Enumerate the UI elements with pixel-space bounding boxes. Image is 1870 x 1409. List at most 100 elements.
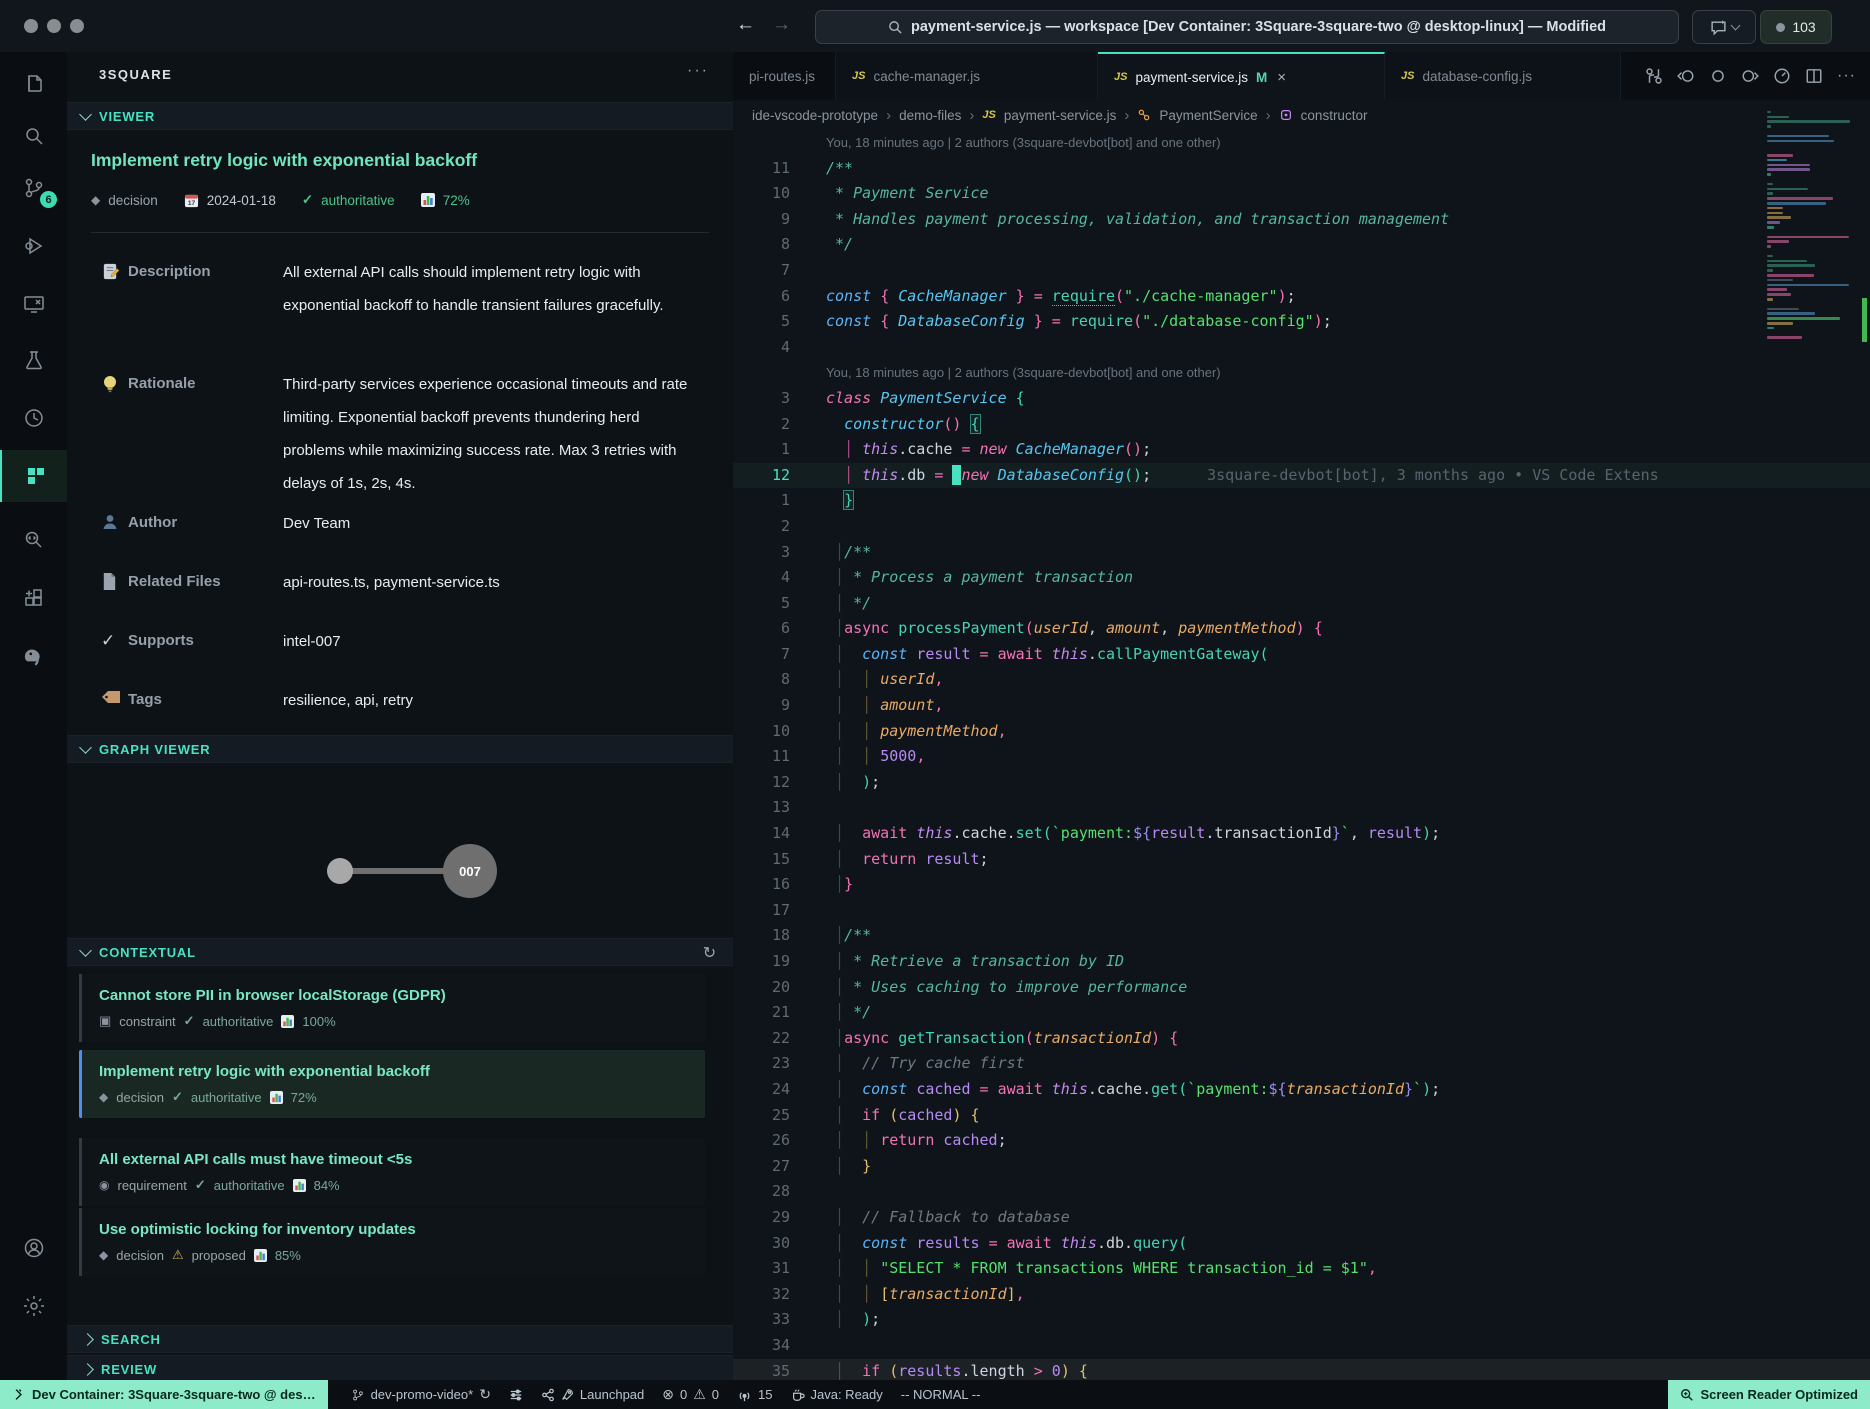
breadcrumb-item[interactable]: ide-vscode-prototype bbox=[752, 108, 878, 123]
code-line[interactable]: 32 │ │ [transactionId], bbox=[733, 1282, 1870, 1308]
line-number[interactable]: 7 bbox=[733, 642, 790, 668]
line-number[interactable]: 8 bbox=[733, 667, 790, 693]
code-line[interactable]: 7 bbox=[733, 258, 1870, 284]
code-line[interactable]: 3 │/** bbox=[733, 540, 1870, 566]
copilot-chat-button[interactable] bbox=[1692, 10, 1756, 44]
code-line[interactable]: 29 │ // Fallback to database bbox=[733, 1205, 1870, 1231]
line-number[interactable]: 19 bbox=[733, 949, 790, 975]
line-number[interactable]: 1 bbox=[733, 488, 790, 514]
extensions-icon[interactable] bbox=[0, 572, 67, 624]
line-number[interactable]: 35 bbox=[733, 1359, 790, 1381]
line-number[interactable]: 12 bbox=[733, 770, 790, 796]
section-header-graph-viewer[interactable]: GRAPH VIEWER bbox=[67, 735, 733, 763]
code-line[interactable]: 2 bbox=[733, 514, 1870, 540]
code-line[interactable]: 30 │ const results = await this.db.query… bbox=[733, 1231, 1870, 1257]
code-line[interactable]: 12 │ this.db = new DatabaseConfig();3squ… bbox=[733, 463, 1870, 489]
search-icon[interactable] bbox=[0, 110, 67, 162]
java-status[interactable]: Java: Ready bbox=[782, 1380, 892, 1409]
line-number[interactable]: 27 bbox=[733, 1154, 790, 1180]
line-number[interactable]: 18 bbox=[733, 923, 790, 949]
code-line[interactable]: 35 │ if (results.length > 0) { bbox=[733, 1359, 1870, 1381]
assistant-mascot-icon[interactable] bbox=[0, 630, 67, 682]
contextual-card[interactable]: Use optimistic locking for inventory upd… bbox=[79, 1208, 705, 1276]
breadcrumb-item[interactable]: constructor bbox=[1301, 108, 1368, 123]
code-line[interactable]: 6const { CacheManager } = require("./cac… bbox=[733, 284, 1870, 310]
blame-lens[interactable]: You, 18 minutes ago | 2 authors (3square… bbox=[733, 360, 1870, 386]
line-number[interactable]: 13 bbox=[733, 795, 790, 821]
section-header-review[interactable]: REVIEW bbox=[67, 1355, 733, 1383]
line-number[interactable]: 9 bbox=[733, 207, 790, 233]
tab-payment-service[interactable]: JS payment-service.js M × bbox=[1098, 52, 1385, 100]
close-icon[interactable]: × bbox=[1277, 69, 1286, 86]
tab-api-routes[interactable]: pi-routes.js bbox=[733, 52, 836, 100]
code-line[interactable]: 4 │ * Process a payment transaction bbox=[733, 565, 1870, 591]
graph-node-007[interactable]: 007 bbox=[443, 844, 497, 898]
command-center-search[interactable]: payment-service.js — workspace [Dev Cont… bbox=[815, 10, 1679, 44]
navigate-forward-icon[interactable]: → bbox=[772, 13, 791, 37]
code-line[interactable]: 5 │ */ bbox=[733, 591, 1870, 617]
line-number[interactable]: 17 bbox=[733, 898, 790, 924]
next-change-icon[interactable] bbox=[1741, 67, 1759, 85]
source-control-icon[interactable]: 6 bbox=[0, 162, 67, 214]
code-line[interactable]: 17 bbox=[733, 898, 1870, 924]
code-line[interactable]: 21 │ */ bbox=[733, 1000, 1870, 1026]
contextual-card[interactable]: All external API calls must have timeout… bbox=[79, 1138, 705, 1206]
code-line[interactable]: 28 bbox=[733, 1179, 1870, 1205]
screen-reader-status[interactable]: Screen Reader Optimized bbox=[1668, 1380, 1870, 1409]
code-line[interactable]: 12 │ ); bbox=[733, 770, 1870, 796]
line-number[interactable]: 2 bbox=[733, 412, 790, 438]
line-number[interactable]: 26 bbox=[733, 1128, 790, 1154]
timeline-icon[interactable] bbox=[1773, 67, 1791, 85]
previous-change-icon[interactable] bbox=[1677, 67, 1695, 85]
navigate-back-icon[interactable]: ← bbox=[736, 13, 755, 37]
code-line[interactable]: 3class PaymentService { bbox=[733, 386, 1870, 412]
code-line[interactable]: 23 │ // Try cache first bbox=[733, 1051, 1870, 1077]
line-number[interactable]: 10 bbox=[733, 719, 790, 745]
threesquare-extension-icon[interactable] bbox=[0, 450, 69, 502]
test-beaker-icon[interactable] bbox=[0, 334, 67, 386]
line-number[interactable]: 21 bbox=[733, 1000, 790, 1026]
code-line[interactable]: 34 bbox=[733, 1333, 1870, 1359]
line-number[interactable]: 11 bbox=[733, 744, 790, 770]
line-number[interactable]: 1 bbox=[733, 437, 790, 463]
line-number[interactable]: 9 bbox=[733, 693, 790, 719]
breadcrumb-item[interactable]: PaymentService bbox=[1159, 108, 1257, 123]
line-number[interactable]: 32 bbox=[733, 1282, 790, 1308]
line-number[interactable]: 20 bbox=[733, 975, 790, 1001]
line-number[interactable]: 31 bbox=[733, 1256, 790, 1282]
contextual-card-selected[interactable]: Implement retry logic with exponential b… bbox=[79, 1050, 705, 1118]
section-header-search[interactable]: SEARCH bbox=[67, 1325, 733, 1353]
code-line[interactable]: 22 │async getTransaction(transactionId) … bbox=[733, 1026, 1870, 1052]
remote-window-icon[interactable] bbox=[0, 278, 67, 330]
more-actions-icon[interactable]: ··· bbox=[1837, 67, 1856, 85]
breadcrumb-item[interactable]: demo-files bbox=[899, 108, 961, 123]
contextual-card[interactable]: Cannot store PII in browser localStorage… bbox=[79, 974, 705, 1042]
code-search-icon[interactable] bbox=[0, 514, 67, 566]
line-number[interactable]: 7 bbox=[733, 258, 790, 284]
code-editor[interactable]: You, 18 minutes ago | 2 authors (3square… bbox=[733, 130, 1870, 1380]
code-line[interactable]: 15 │ return result; bbox=[733, 847, 1870, 873]
code-line[interactable]: 8 */ bbox=[733, 232, 1870, 258]
code-line[interactable]: 31 │ │ "SELECT * FROM transactions WHERE… bbox=[733, 1256, 1870, 1282]
code-line[interactable]: 27 │ } bbox=[733, 1154, 1870, 1180]
problems-status[interactable]: ⊗ 0 ⚠ 0 bbox=[653, 1380, 728, 1409]
code-line[interactable]: 33 │ ); bbox=[733, 1307, 1870, 1333]
section-header-contextual[interactable]: CONTEXTUAL ↻ bbox=[67, 938, 733, 966]
code-line[interactable]: 18 │/** bbox=[733, 923, 1870, 949]
launchpad-status[interactable]: Launchpad bbox=[532, 1380, 653, 1409]
code-line[interactable]: 11 │ │ 5000, bbox=[733, 744, 1870, 770]
line-number[interactable]: 24 bbox=[733, 1077, 790, 1103]
line-number[interactable]: 28 bbox=[733, 1179, 790, 1205]
code-line[interactable]: 26 │ │ return cached; bbox=[733, 1128, 1870, 1154]
line-number[interactable]: 5 bbox=[733, 591, 790, 617]
graph-node[interactable] bbox=[327, 858, 353, 884]
line-number[interactable]: 10 bbox=[733, 181, 790, 207]
minimap[interactable] bbox=[1767, 106, 1863, 406]
section-header-viewer[interactable]: VIEWER bbox=[67, 102, 733, 130]
tab-database-config[interactable]: JS database-config.js bbox=[1385, 52, 1621, 100]
code-line[interactable]: 14 │ await this.cache.set(`payment:${res… bbox=[733, 821, 1870, 847]
code-line[interactable]: 8 │ │ userId, bbox=[733, 667, 1870, 693]
line-number[interactable]: 25 bbox=[733, 1103, 790, 1129]
code-line[interactable]: 1 } bbox=[733, 488, 1870, 514]
run-debug-icon[interactable] bbox=[0, 220, 67, 272]
